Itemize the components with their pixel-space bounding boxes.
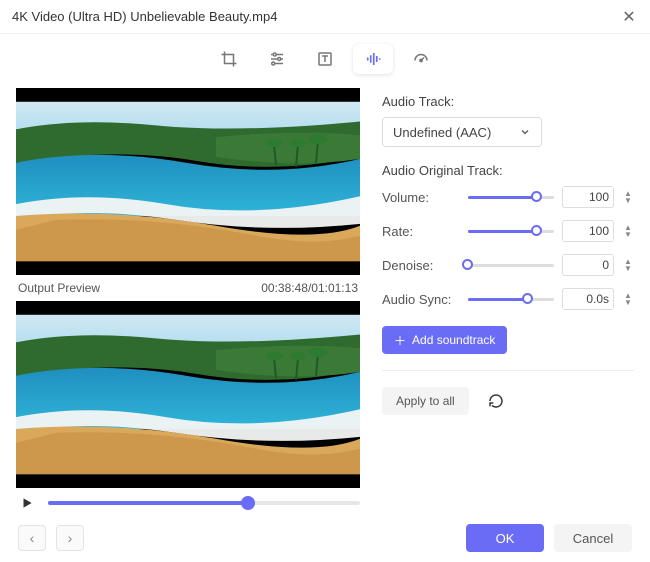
adjust-icon[interactable] bbox=[257, 44, 297, 74]
audio-panel: Audio Track: Undefined (AAC) Audio Origi… bbox=[382, 88, 634, 514]
audio-track-dropdown[interactable]: Undefined (AAC) bbox=[382, 117, 542, 147]
chevron-down-icon bbox=[519, 126, 531, 138]
denoise-label: Denoise: bbox=[382, 258, 460, 273]
cancel-button[interactable]: Cancel bbox=[554, 524, 632, 552]
audiosync-label: Audio Sync: bbox=[382, 292, 460, 307]
output-preview bbox=[16, 301, 360, 488]
audio-track-label: Audio Track: bbox=[382, 94, 634, 109]
plus-icon: ＋ bbox=[394, 332, 406, 349]
volume-row: Volume: 100 ▲▼ bbox=[382, 186, 634, 208]
denoise-input[interactable]: 0 bbox=[562, 254, 614, 276]
speed-icon[interactable] bbox=[401, 44, 441, 74]
rate-row: Rate: 100 ▲▼ bbox=[382, 220, 634, 242]
titlebar: 4K Video (Ultra HD) Unbelievable Beauty.… bbox=[0, 0, 650, 34]
volume-stepper[interactable]: ▲▼ bbox=[622, 190, 634, 204]
audiosync-slider[interactable] bbox=[468, 298, 554, 301]
tool-toolbar bbox=[0, 34, 650, 88]
timecode: 00:38:48/01:01:13 bbox=[261, 281, 358, 295]
volume-input[interactable]: 100 bbox=[562, 186, 614, 208]
play-icon[interactable] bbox=[16, 492, 38, 514]
denoise-row: Denoise: 0 ▲▼ bbox=[382, 254, 634, 276]
audio-icon[interactable] bbox=[353, 44, 393, 74]
output-preview-label: Output Preview bbox=[18, 281, 100, 295]
audiosync-input[interactable]: 0.0s bbox=[562, 288, 614, 310]
window-title: 4K Video (Ultra HD) Unbelievable Beauty.… bbox=[12, 9, 620, 24]
rate-label: Rate: bbox=[382, 224, 460, 239]
audio-track-value: Undefined (AAC) bbox=[393, 125, 491, 140]
next-button[interactable]: › bbox=[56, 525, 84, 551]
add-soundtrack-button[interactable]: ＋ Add soundtrack bbox=[382, 326, 507, 354]
seek-slider[interactable] bbox=[48, 501, 360, 505]
rate-input[interactable]: 100 bbox=[562, 220, 614, 242]
preview-column: Output Preview 00:38:48/01:01:13 bbox=[16, 88, 360, 514]
divider bbox=[382, 370, 634, 371]
rate-slider[interactable] bbox=[468, 230, 554, 233]
prev-button[interactable]: ‹ bbox=[18, 525, 46, 551]
rate-stepper[interactable]: ▲▼ bbox=[622, 224, 634, 238]
denoise-stepper[interactable]: ▲▼ bbox=[622, 258, 634, 272]
audiosync-stepper[interactable]: ▲▼ bbox=[622, 292, 634, 306]
crop-icon[interactable] bbox=[209, 44, 249, 74]
apply-to-all-button[interactable]: Apply to all bbox=[382, 387, 469, 415]
refresh-icon[interactable] bbox=[485, 390, 507, 412]
audiosync-row: Audio Sync: 0.0s ▲▼ bbox=[382, 288, 634, 310]
footer: ‹ › OK Cancel bbox=[0, 514, 650, 562]
ok-button[interactable]: OK bbox=[466, 524, 544, 552]
denoise-slider[interactable] bbox=[468, 264, 554, 267]
close-icon[interactable]: ✕ bbox=[620, 8, 638, 26]
text-icon[interactable] bbox=[305, 44, 345, 74]
volume-slider[interactable] bbox=[468, 196, 554, 199]
original-preview bbox=[16, 88, 360, 275]
volume-label: Volume: bbox=[382, 190, 460, 205]
original-track-label: Audio Original Track: bbox=[382, 163, 634, 178]
